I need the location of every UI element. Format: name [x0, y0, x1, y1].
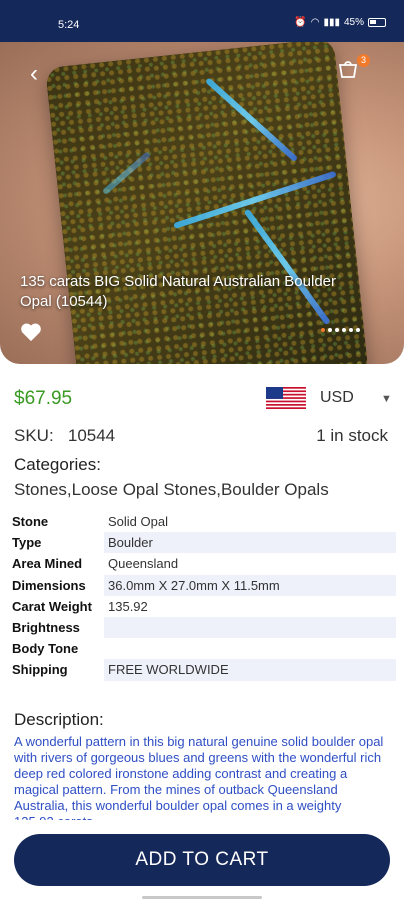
- spec-row: Type Boulder: [10, 532, 396, 554]
- spec-value: Boulder: [104, 532, 396, 554]
- sku-label: SKU:: [14, 426, 54, 445]
- us-flag-icon[interactable]: [266, 387, 306, 409]
- wifi-icon: ◠: [310, 17, 320, 28]
- spec-row: Shipping FREE WORLDWIDE: [10, 659, 396, 681]
- currency-select[interactable]: USD: [320, 389, 354, 407]
- spec-value: Solid Opal: [108, 514, 168, 530]
- battery-icon: [368, 18, 386, 27]
- home-indicator[interactable]: [142, 896, 262, 899]
- status-bar: 5:24 ⏰ ◠ ▮▮▮ 45%: [0, 0, 404, 42]
- description-heading: Description:: [14, 710, 104, 729]
- description-text: A wonderful pattern in this big natural …: [14, 734, 384, 820]
- spec-row: Area Mined Queensland: [10, 553, 396, 574]
- product-price: $67.95: [14, 388, 73, 409]
- spec-key: Stone: [12, 514, 49, 530]
- spec-value: 36.0mm X 27.0mm X 11.5mm: [104, 574, 396, 596]
- signal-icon: ▮▮▮: [323, 17, 340, 28]
- spec-key: Brightness: [10, 616, 104, 639]
- carousel-dot: [342, 328, 346, 332]
- status-icons: ⏰ ◠ ▮▮▮ 45%: [294, 17, 386, 28]
- sku-row: SKU: 10544: [14, 426, 115, 446]
- categories-list[interactable]: Stones,Loose Opal Stones,Boulder Opals: [14, 480, 329, 500]
- spec-key: Shipping: [10, 659, 104, 681]
- spec-row: Brightness: [10, 616, 396, 639]
- carousel-dot: [321, 328, 325, 332]
- stock-status: 1 in stock: [316, 426, 388, 445]
- caret-down-icon[interactable]: ▼: [381, 393, 392, 405]
- spec-value: Queensland: [108, 556, 179, 572]
- spec-row: Dimensions 36.0mm X 27.0mm X 11.5mm: [10, 574, 396, 596]
- product-title: 135 carats BIG Solid Natural Australian …: [20, 273, 337, 310]
- alarm-icon: ⏰: [294, 17, 307, 28]
- cart-count-badge: 3: [357, 54, 370, 67]
- add-to-cart-button[interactable]: ADD TO CART: [14, 834, 390, 886]
- spec-key: Body Tone: [12, 641, 79, 657]
- spec-row: Stone Solid Opal: [10, 511, 396, 532]
- product-photo: [45, 42, 369, 364]
- spec-key: Area Mined: [12, 556, 83, 572]
- spec-value: [104, 616, 396, 639]
- carousel-dot: [356, 328, 360, 332]
- status-time: 5:24: [58, 19, 80, 31]
- spec-row: Carat Weight 135.92: [10, 596, 396, 617]
- carousel-dot: [328, 328, 332, 332]
- sku-value: 10544: [67, 426, 116, 445]
- specs-table: Stone Solid Opal Type Boulder Area Mined…: [10, 511, 396, 681]
- carousel-dots: [321, 328, 360, 332]
- back-button[interactable]: ‹: [30, 60, 38, 88]
- favorite-heart-icon[interactable]: [20, 322, 42, 342]
- spec-key: Carat Weight: [12, 598, 92, 614]
- battery-percent: 45%: [343, 17, 364, 28]
- spec-value: [104, 638, 396, 659]
- spec-row: Body Tone: [10, 638, 396, 659]
- spec-key: Dimensions: [10, 574, 104, 596]
- spec-value: FREE WORLDWIDE: [104, 659, 396, 681]
- product-image-carousel[interactable]: ‹ 3 135 carats BIG Solid Natural Austral…: [0, 42, 404, 364]
- carousel-dot: [349, 328, 353, 332]
- spec-value: 135.92: [108, 598, 148, 614]
- categories-heading: Categories:: [14, 455, 101, 474]
- spec-key: Type: [10, 532, 104, 554]
- carousel-dot: [335, 328, 339, 332]
